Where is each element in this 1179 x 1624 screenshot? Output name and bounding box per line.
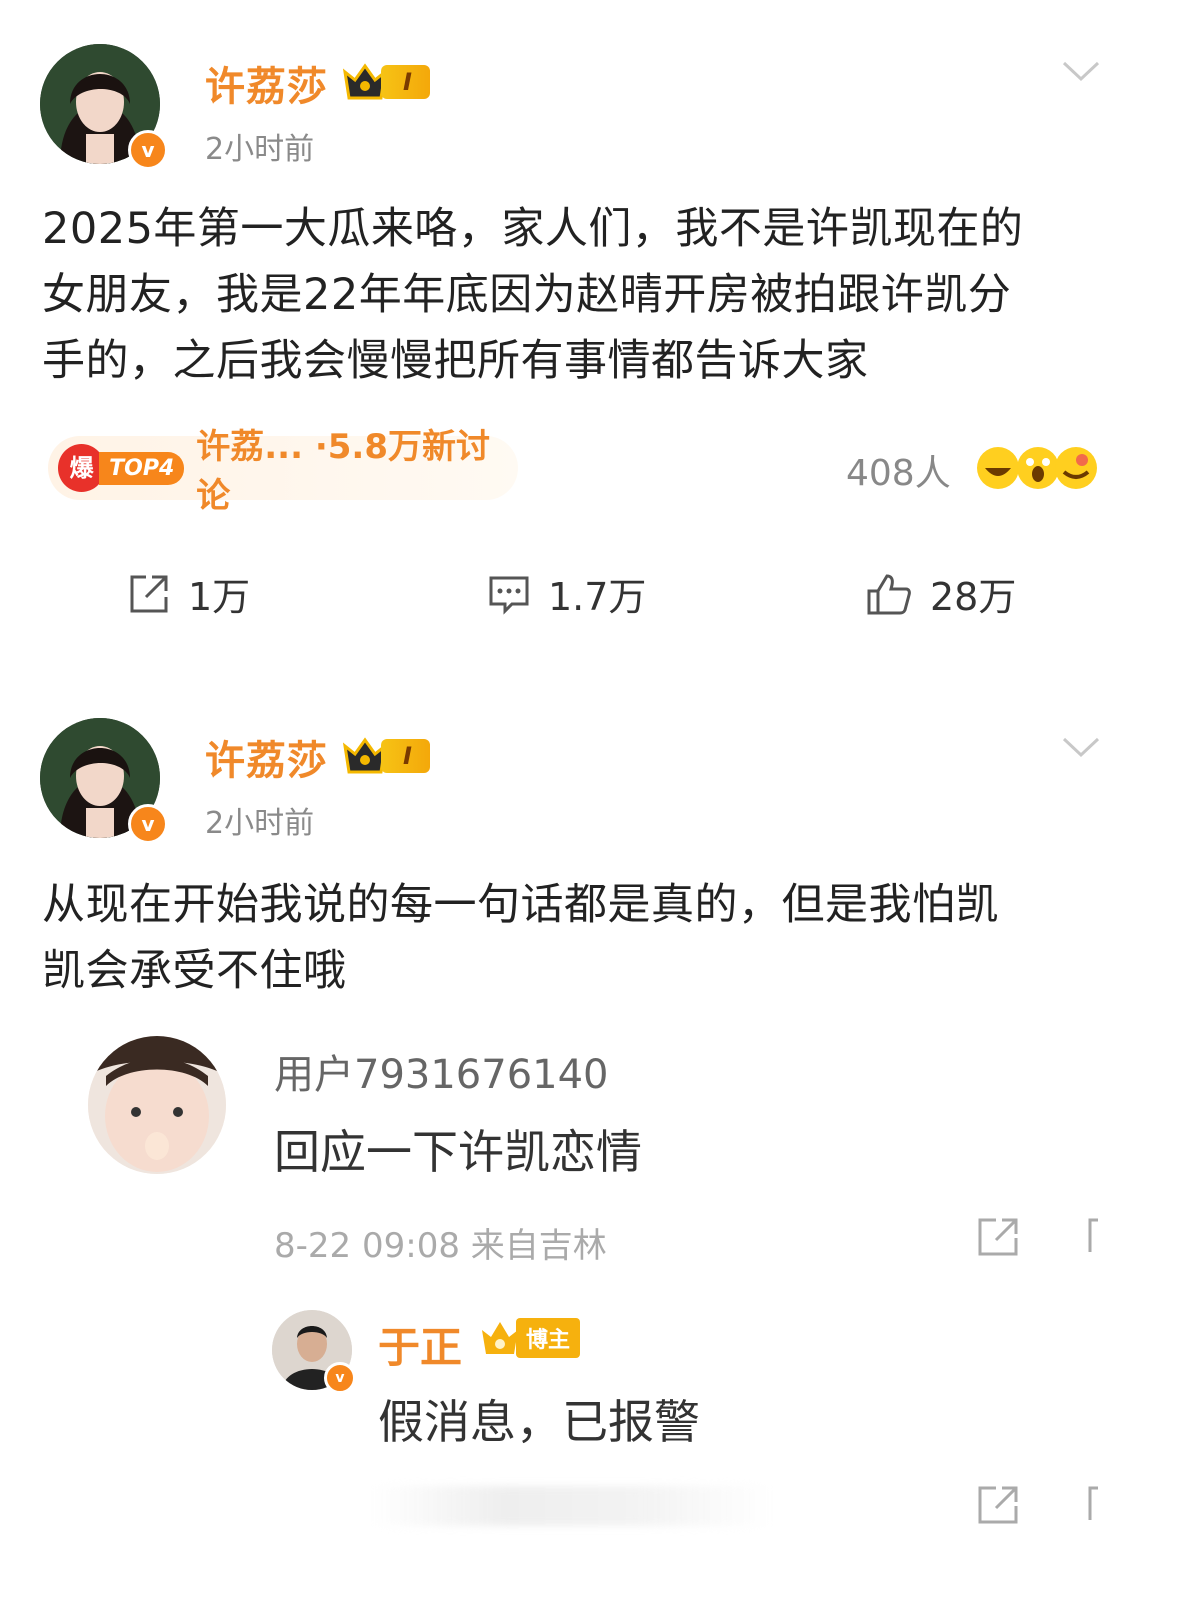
post-text: 2025年第一大瓜来咯，家人们，我不是许凯现在的 女朋友，我是22年年底因为赵晴… — [42, 204, 1024, 386]
chevron-down-icon[interactable] — [1062, 736, 1100, 758]
crown-icon — [482, 1322, 518, 1354]
comment-icon[interactable] — [1088, 1486, 1100, 1522]
post-time: 2小时前 — [205, 806, 315, 841]
comment-icon — [489, 576, 529, 615]
reply-text: 假消息，已报警 — [378, 1395, 700, 1449]
like-button[interactable]: 28万 — [866, 566, 1016, 621]
comment-button[interactable]: 1.7万 — [488, 566, 646, 621]
verified-icon: v — [128, 130, 168, 170]
post-time: 2小时前 — [205, 132, 315, 167]
thumbs-up-icon — [867, 573, 911, 614]
commenter-avatar[interactable] — [88, 1036, 226, 1174]
level-badge: I — [343, 736, 430, 776]
verified-icon: v — [128, 804, 168, 844]
hot-topic-text: 许荔... ·5.8万新讨论 — [196, 427, 490, 516]
hot-topic-tag[interactable]: 爆 TOP4 许荔... ·5.8万新讨论 — [48, 427, 518, 516]
comment-meta: 8-22 09:08 来自吉林 — [274, 1226, 607, 1266]
blogger-badge: 博主 — [480, 1318, 581, 1358]
comment-icon[interactable] — [1088, 1218, 1100, 1254]
share-button[interactable]: 1万 — [128, 566, 250, 621]
chevron-down-icon[interactable] — [1062, 60, 1100, 82]
reply-username[interactable]: 于正 — [378, 1314, 462, 1375]
share-icon[interactable] — [976, 1216, 1022, 1258]
reaction-count[interactable]: 408人 — [846, 444, 951, 496]
share-icon[interactable] — [976, 1484, 1022, 1526]
post-text: 从现在开始我说的每一句话都是真的，但是我怕凯 凯会承受不住哦 — [42, 880, 999, 996]
commenter-name[interactable]: 用户7931676140 — [274, 1042, 609, 1100]
share-icon — [130, 575, 168, 612]
rank-badge: TOP4 — [99, 451, 185, 485]
username[interactable]: 许荔莎 — [205, 728, 328, 786]
level-badge: I — [343, 62, 430, 102]
comment-text: 回应一下许凯恋情 — [274, 1125, 642, 1179]
verified-icon: v — [324, 1362, 356, 1394]
reply-meta-blurred — [372, 1486, 772, 1526]
reaction-emojis[interactable] — [976, 444, 1098, 492]
fire-icon: 爆 — [58, 444, 106, 492]
username[interactable]: 许荔莎 — [205, 54, 328, 112]
